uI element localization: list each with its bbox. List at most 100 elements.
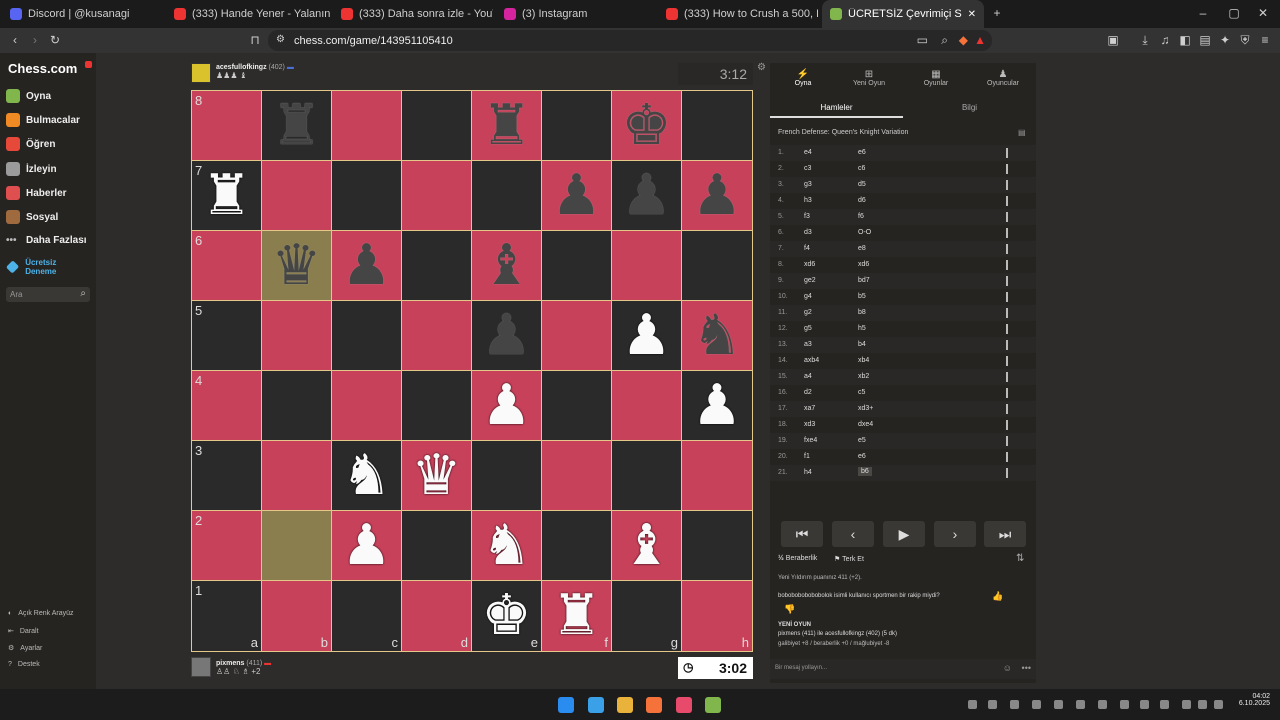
tray-icon[interactable] xyxy=(1140,700,1149,709)
square-e4[interactable]: ♟ xyxy=(472,371,542,441)
square-f6[interactable] xyxy=(542,231,612,301)
white-knight-icon[interactable]: ♞ xyxy=(481,517,531,574)
subtab-moves[interactable]: Hamleler xyxy=(770,96,903,118)
tab-youtube-2[interactable]: (333) Daha sonra izle - YouTube xyxy=(333,0,493,28)
sidebar-collapse[interactable]: ⇤ Daralt xyxy=(8,627,39,636)
black-move[interactable]: xd6 xyxy=(858,261,869,268)
square-d7[interactable] xyxy=(402,161,472,231)
black-pawn-icon[interactable]: ♟ xyxy=(341,237,391,294)
white-move[interactable]: h3 xyxy=(804,197,812,204)
thumbs-up-icon[interactable]: 👍 xyxy=(992,591,1003,602)
more-icon[interactable]: ••• xyxy=(1022,663,1031,673)
square-e7[interactable] xyxy=(472,161,542,231)
black-pawn-icon[interactable]: ♟ xyxy=(481,307,531,364)
white-move[interactable]: ge2 xyxy=(804,277,816,284)
sidebar-item-free-trial[interactable]: Ücretsiz Deneme xyxy=(5,258,86,276)
book-icon[interactable]: ▤ xyxy=(1018,128,1026,137)
square-b4[interactable] xyxy=(262,371,332,441)
tray-icon[interactable] xyxy=(1120,700,1129,709)
square-g4[interactable] xyxy=(612,371,682,441)
square-b1[interactable]: b xyxy=(262,581,332,651)
black-move[interactable]: h5 xyxy=(858,325,866,332)
black-move[interactable]: O-O xyxy=(858,229,871,236)
square-c1[interactable]: c xyxy=(332,581,402,651)
square-d2[interactable] xyxy=(402,511,472,581)
forward-icon[interactable]: › xyxy=(28,33,42,47)
square-a1[interactable]: 1a xyxy=(192,581,262,651)
square-e5[interactable]: ♟ xyxy=(472,301,542,371)
music-icon[interactable]: ♫ xyxy=(1158,33,1172,47)
zoom-icon[interactable]: ⌕ xyxy=(941,33,948,47)
black-king-icon[interactable]: ♚ xyxy=(621,97,671,154)
reload-icon[interactable]: ↻ xyxy=(48,33,62,47)
site-info-icon[interactable]: ⚙ xyxy=(276,33,285,47)
flip-board-icon[interactable]: ⇅ xyxy=(1016,553,1024,564)
reading-list-icon[interactable]: ◧ xyxy=(1178,33,1192,47)
square-e8[interactable]: ♜ xyxy=(472,91,542,161)
square-b2[interactable] xyxy=(262,511,332,581)
square-d8[interactable] xyxy=(402,91,472,161)
first-move-button[interactable]: ⏮ xyxy=(781,521,823,547)
black-move[interactable]: b8 xyxy=(858,309,866,316)
tray-icon[interactable] xyxy=(968,700,977,709)
square-c7[interactable] xyxy=(332,161,402,231)
square-h6[interactable] xyxy=(682,231,752,301)
white-rook-icon[interactable]: ♜ xyxy=(201,167,251,224)
music-app-icon[interactable] xyxy=(676,697,692,713)
url-field[interactable]: ⚙ chess.com/game/143951105410 ▭ ⌕ ◆ ▲ xyxy=(268,30,992,51)
white-move[interactable]: g4 xyxy=(804,293,812,300)
tray-icon[interactable] xyxy=(1076,700,1085,709)
white-move[interactable]: g2 xyxy=(804,309,812,316)
square-g2[interactable]: ♝ xyxy=(612,511,682,581)
black-rook-icon[interactable]: ♜ xyxy=(481,97,531,154)
search-input[interactable]: Ara ⌕ xyxy=(6,287,90,302)
sidebar-settings[interactable]: ⚙ Ayarlar xyxy=(8,644,42,653)
black-move[interactable]: xb2 xyxy=(858,373,869,380)
black-move[interactable]: f6 xyxy=(858,213,864,220)
system-clock[interactable]: 04:02 6.10.2025 xyxy=(1236,693,1270,707)
chat-input[interactable]: Bir mesaj yollayın... ☺ ••• xyxy=(770,659,1036,679)
square-d1[interactable]: d xyxy=(402,581,472,651)
square-d5[interactable] xyxy=(402,301,472,371)
last-move-button[interactable]: ⏭ xyxy=(984,521,1026,547)
leo-ai-icon[interactable]: ✦ xyxy=(1218,33,1232,47)
black-move[interactable]: d6 xyxy=(858,197,866,204)
square-e2[interactable]: ♞ xyxy=(472,511,542,581)
white-move[interactable]: a4 xyxy=(804,373,812,380)
square-h1[interactable]: h xyxy=(682,581,752,651)
brave-shields-icon[interactable]: ◆ xyxy=(959,33,968,47)
black-move[interactable]: c5 xyxy=(858,389,865,396)
tab-youtube-1[interactable]: (333) Hande Yener - Yalanın Batsı xyxy=(166,0,331,28)
square-f3[interactable] xyxy=(542,441,612,511)
sidebar-support[interactable]: ? Destek xyxy=(8,661,40,668)
square-f5[interactable] xyxy=(542,301,612,371)
white-move[interactable]: xd6 xyxy=(804,261,815,268)
tab-youtube-3[interactable]: (333) How to Crush a 500, Every Step xyxy=(658,0,818,28)
subtab-info[interactable]: Bilgi xyxy=(903,96,1036,118)
square-a7[interactable]: 7 ♜ xyxy=(192,161,262,231)
square-b5[interactable] xyxy=(262,301,332,371)
square-c4[interactable] xyxy=(332,371,402,441)
square-b7[interactable] xyxy=(262,161,332,231)
square-c2[interactable]: ♟ xyxy=(332,511,402,581)
square-e3[interactable] xyxy=(472,441,542,511)
black-move[interactable]: b4 xyxy=(858,341,866,348)
network-icon[interactable] xyxy=(1182,700,1191,709)
white-rook-icon[interactable]: ♜ xyxy=(551,588,601,644)
white-move[interactable]: xd3 xyxy=(804,421,815,428)
tray-icon[interactable] xyxy=(988,700,997,709)
tab-instagram[interactable]: (3) Instagram xyxy=(496,0,656,28)
black-move[interactable]: dxe4 xyxy=(858,421,873,428)
back-icon[interactable]: ‹ xyxy=(8,33,22,47)
tab-discord[interactable]: Discord | @kusanagi xyxy=(2,0,162,28)
black-pawn-icon[interactable]: ♟ xyxy=(551,167,601,224)
white-move[interactable]: xa7 xyxy=(804,405,815,412)
black-pawn-icon[interactable]: ♟ xyxy=(621,167,671,224)
white-knight-icon[interactable]: ♞ xyxy=(341,447,391,504)
white-move[interactable]: fxe4 xyxy=(804,437,817,444)
white-pawn-icon[interactable]: ♟ xyxy=(692,377,742,434)
wallet-icon[interactable]: ▤ xyxy=(1198,33,1212,47)
square-a6[interactable]: 6 xyxy=(192,231,262,301)
tab-games[interactable]: ▦ Oyunlar xyxy=(903,63,969,93)
white-pawn-icon[interactable]: ♟ xyxy=(481,377,531,434)
